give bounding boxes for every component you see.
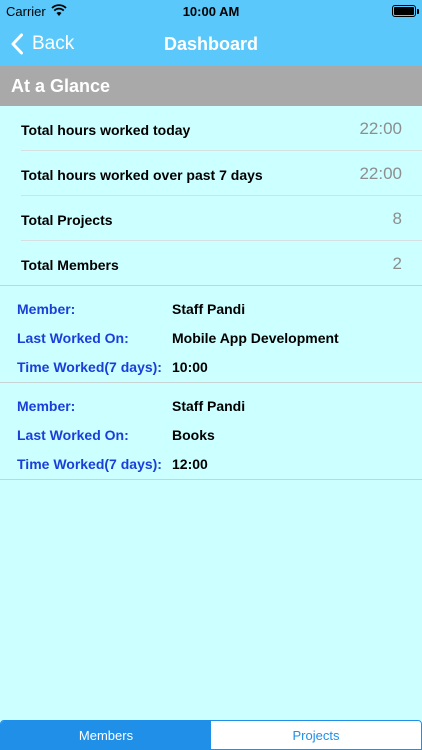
glance-row-total-projects: Total Projects 8 bbox=[0, 196, 422, 241]
glance-list: Total hours worked today 22:00 Total hou… bbox=[0, 106, 422, 286]
last-worked-value: Books bbox=[172, 427, 215, 443]
time-worked-label: Time Worked(7 days): bbox=[17, 456, 162, 472]
time-worked-value: 10:00 bbox=[172, 359, 208, 375]
member-label: Member: bbox=[17, 398, 76, 414]
last-worked-value: Mobile App Development bbox=[172, 330, 339, 346]
last-worked-label: Last Worked On: bbox=[17, 330, 129, 346]
last-worked-label: Last Worked On: bbox=[17, 427, 129, 443]
time-worked-label: Time Worked(7 days): bbox=[17, 359, 162, 375]
battery-tip bbox=[417, 9, 419, 14]
member-label: Member: bbox=[17, 301, 76, 317]
row-divider bbox=[0, 479, 422, 480]
section-header-at-a-glance: At a Glance bbox=[0, 66, 422, 106]
glance-row-total-members: Total Members 2 bbox=[0, 241, 422, 286]
tab-bar: Members Projects bbox=[0, 720, 422, 750]
battery-icon bbox=[392, 5, 416, 17]
last-worked-line: Last Worked On: Mobile App Development bbox=[0, 330, 422, 352]
glance-row-hours-week: Total hours worked over past 7 days 22:0… bbox=[0, 151, 422, 196]
glance-label: Total Members bbox=[21, 257, 119, 273]
glance-label: Total Projects bbox=[21, 212, 113, 228]
status-bar: Carrier 10:00 AM bbox=[0, 0, 422, 22]
tab-members[interactable]: Members bbox=[1, 721, 211, 749]
tab-projects[interactable]: Projects bbox=[211, 721, 421, 749]
glance-value: 8 bbox=[392, 209, 402, 228]
member-card[interactable]: Member: Staff Pandi Last Worked On: Book… bbox=[0, 383, 422, 480]
member-card[interactable]: Member: Staff Pandi Last Worked On: Mobi… bbox=[0, 286, 422, 383]
glance-label: Total hours worked over past 7 days bbox=[21, 167, 263, 183]
clock: 10:00 AM bbox=[182, 4, 240, 19]
member-name: Staff Pandi bbox=[172, 398, 246, 414]
time-worked-line: Time Worked(7 days): 12:00 bbox=[0, 456, 422, 478]
last-worked-line: Last Worked On: Books bbox=[0, 427, 422, 449]
glance-value: 22:00 bbox=[359, 164, 402, 183]
member-name: Staff Pandi bbox=[172, 301, 246, 317]
glance-label: Total hours worked today bbox=[21, 122, 191, 138]
glance-value: 22:00 bbox=[359, 119, 402, 138]
page-title: Dashboard bbox=[163, 34, 259, 54]
time-worked-line: Time Worked(7 days): 10:00 bbox=[0, 359, 422, 381]
glance-value: 2 bbox=[392, 254, 402, 273]
member-line: Member: Staff Pandi bbox=[0, 398, 422, 420]
glance-row-hours-today: Total hours worked today 22:00 bbox=[0, 106, 422, 151]
navigation-bar: Back Dashboard bbox=[0, 22, 422, 66]
time-worked-value: 12:00 bbox=[172, 456, 208, 472]
member-line: Member: Staff Pandi bbox=[0, 301, 422, 323]
